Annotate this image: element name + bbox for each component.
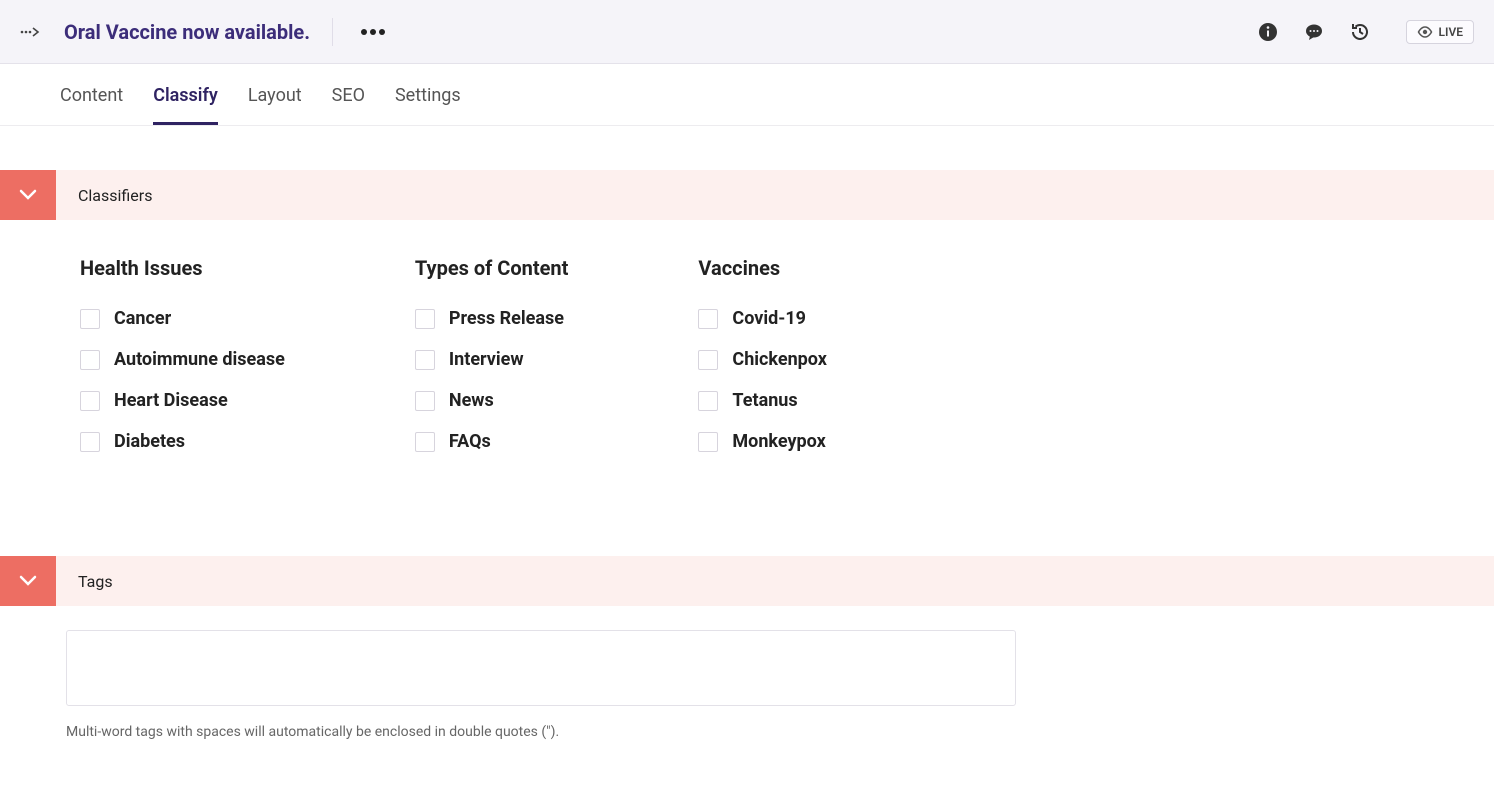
tags-input[interactable]: [66, 630, 1016, 706]
checkbox[interactable]: [415, 350, 435, 370]
topbar-actions: LIVE: [1258, 20, 1475, 44]
checkbox-item[interactable]: Chickenpox: [698, 349, 827, 370]
tags-hint: Multi-word tags with spaces will automat…: [66, 724, 1494, 740]
checkbox[interactable]: [698, 391, 718, 411]
topbar: Oral Vaccine now available. LIVE: [0, 0, 1494, 64]
checkbox-label: Covid-19: [732, 308, 806, 329]
classifiers-section-title: Classifiers: [78, 186, 152, 205]
checkbox[interactable]: [80, 350, 100, 370]
checkbox-item[interactable]: Heart Disease: [80, 390, 285, 411]
column-heading: Types of Content: [415, 256, 569, 280]
info-icon[interactable]: [1258, 22, 1278, 42]
more-menu-button[interactable]: [355, 23, 391, 41]
tags-body: Multi-word tags with spaces will automat…: [0, 606, 1494, 740]
live-status-button[interactable]: LIVE: [1406, 20, 1475, 44]
checkbox-item[interactable]: Autoimmune disease: [80, 349, 285, 370]
checkbox[interactable]: [415, 432, 435, 452]
page-title: Oral Vaccine now available.: [64, 20, 310, 44]
checkbox[interactable]: [80, 432, 100, 452]
classifier-column-health-issues: Health Issues Cancer Autoimmune disease …: [80, 256, 285, 472]
checkbox-label: Interview: [449, 349, 524, 370]
checkbox-item[interactable]: News: [415, 390, 569, 411]
checkbox-label: Cancer: [114, 308, 171, 329]
checkbox-label: Chickenpox: [732, 349, 827, 370]
checkbox-label: FAQs: [449, 431, 491, 452]
checkbox[interactable]: [698, 432, 718, 452]
checkbox[interactable]: [698, 309, 718, 329]
tab-settings[interactable]: Settings: [395, 67, 461, 125]
checkbox-item[interactable]: Press Release: [415, 308, 569, 329]
checkbox-item[interactable]: Interview: [415, 349, 569, 370]
divider: [332, 18, 333, 46]
classifier-column-vaccines: Vaccines Covid-19 Chickenpox Tetanus Mon…: [698, 256, 827, 472]
classifiers-section-header: Classifiers: [0, 170, 1494, 220]
checkbox-label: Tetanus: [732, 390, 797, 411]
history-icon[interactable]: [1350, 22, 1370, 42]
classifiers-collapse-button[interactable]: [0, 170, 56, 220]
live-label: LIVE: [1439, 25, 1464, 39]
eye-icon: [1417, 26, 1433, 38]
checkbox-item[interactable]: Diabetes: [80, 431, 285, 452]
checkbox-label: Autoimmune disease: [114, 349, 285, 370]
tab-seo[interactable]: SEO: [332, 67, 365, 125]
checkbox-label: Heart Disease: [114, 390, 228, 411]
chevron-down-icon: [19, 575, 37, 587]
classifier-column-content-types: Types of Content Press Release Interview…: [415, 256, 569, 472]
checkbox-label: Diabetes: [114, 431, 185, 452]
classifiers-body: Health Issues Cancer Autoimmune disease …: [0, 220, 1494, 512]
checkbox-label: News: [449, 390, 494, 411]
column-heading: Health Issues: [80, 256, 285, 280]
checkbox[interactable]: [415, 391, 435, 411]
checkbox[interactable]: [698, 350, 718, 370]
chevron-down-icon: [19, 189, 37, 201]
column-heading: Vaccines: [698, 256, 827, 280]
tags-section-title: Tags: [78, 572, 113, 591]
tab-classify[interactable]: Classify: [153, 67, 218, 125]
checkbox-label: Monkeypox: [732, 431, 825, 452]
checkbox-item[interactable]: Covid-19: [698, 308, 827, 329]
breadcrumb-arrow-icon[interactable]: [20, 25, 42, 39]
tab-bar: Content Classify Layout SEO Settings: [0, 64, 1494, 126]
checkbox-item[interactable]: Monkeypox: [698, 431, 827, 452]
tab-content[interactable]: Content: [60, 67, 123, 125]
tab-layout[interactable]: Layout: [248, 67, 302, 125]
tags-section-header: Tags: [0, 556, 1494, 606]
checkbox-item[interactable]: Cancer: [80, 308, 285, 329]
checkbox[interactable]: [80, 391, 100, 411]
checkbox-item[interactable]: FAQs: [415, 431, 569, 452]
comment-icon[interactable]: [1304, 22, 1324, 42]
tags-collapse-button[interactable]: [0, 556, 56, 606]
checkbox-item[interactable]: Tetanus: [698, 390, 827, 411]
checkbox[interactable]: [415, 309, 435, 329]
checkbox[interactable]: [80, 309, 100, 329]
checkbox-label: Press Release: [449, 308, 564, 329]
